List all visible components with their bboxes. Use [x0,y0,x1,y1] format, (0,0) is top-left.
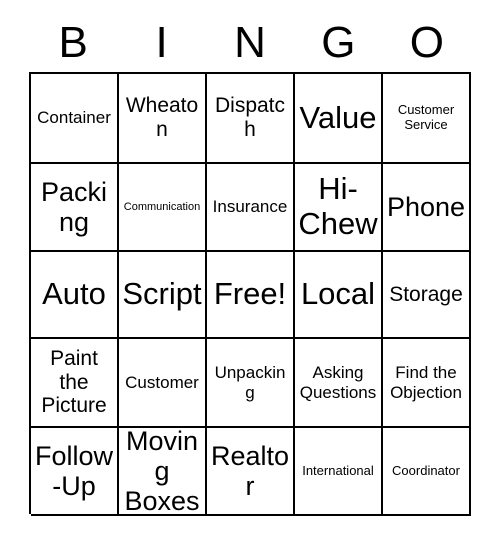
bingo-header-row: B I N G O [29,14,471,72]
bingo-header-letter-o: O [409,18,444,67]
bingo-header-letter-n: N [234,18,266,67]
bingo-cell[interactable]: Communication [119,164,207,252]
bingo-header-letter-b: B [58,18,88,67]
bingo-cell-label: Dispatch [214,94,286,141]
bingo-cell[interactable]: Hi-Chew [295,164,383,252]
bingo-cell[interactable]: Local [295,252,383,339]
bingo-cell[interactable]: Storage [383,252,471,339]
bingo-cell[interactable]: Value [295,74,383,164]
bingo-cell-label: Wheaton [125,94,199,141]
bingo-cell[interactable]: Auto [31,252,119,339]
bingo-cell[interactable]: Wheaton [119,74,207,164]
bingo-cell-label: Storage [389,282,463,306]
bingo-cell[interactable]: Packing [31,164,119,252]
bingo-free-space-label: Free! [213,276,287,312]
bingo-cell-label: Container [37,108,111,128]
bingo-cell[interactable]: Insurance [207,164,295,252]
bingo-cell-label: Find the Objection [390,363,462,402]
bingo-cell[interactable]: Phone [383,164,471,252]
bingo-cell-label: Auto [42,276,106,312]
bingo-header-letter-g: G [321,18,356,67]
bingo-cell[interactable]: Find the Objection [383,339,471,428]
bingo-grid: Container Wheaton Dispatch Value Custome… [29,72,471,516]
bingo-cell[interactable]: Moving Boxes [119,428,207,516]
bingo-cell[interactable]: Customer [119,339,207,428]
bingo-cell-label: Moving Boxes [124,428,200,516]
bingo-cell-label: Packing [40,176,108,237]
bingo-cell-label: Coordinator [392,462,460,478]
bingo-cell-label: Asking Questions [299,363,377,402]
bingo-cell[interactable]: Customer Service [383,74,471,164]
bingo-cell-label: International [302,462,374,478]
bingo-cell[interactable]: Dispatch [207,74,295,164]
bingo-header-letter-i: I [155,18,168,67]
bingo-card: B I N G O Container Wheaton Dispatch Val… [0,0,500,544]
bingo-cell-label: Customer [125,372,199,392]
bingo-cell[interactable]: Follow-Up [31,428,119,516]
bingo-cell[interactable]: Realtor [207,428,295,516]
bingo-cell-label: Local [300,276,376,312]
bingo-cell[interactable]: Container [31,74,119,164]
bingo-cell[interactable]: International [295,428,383,516]
bingo-cell[interactable]: Asking Questions [295,339,383,428]
bingo-cell-label: Script [122,276,202,312]
bingo-cell-free-space[interactable]: Free! [207,252,295,339]
bingo-cell[interactable]: Unpacking [207,339,295,428]
bingo-cell[interactable]: Paint the Picture [31,339,119,428]
bingo-cell-label: Phone [386,191,466,222]
bingo-cell-label: Insurance [212,197,288,217]
bingo-cell-label: Unpacking [214,363,286,402]
bingo-cell[interactable]: Coordinator [383,428,471,516]
bingo-cell-label: Realtor [210,440,290,501]
bingo-cell-label: Customer Service [397,102,455,132]
bingo-cell-label: Value [299,99,377,135]
bingo-cell-label: Communication [123,200,201,213]
bingo-cell-label: Follow-Up [34,440,114,501]
bingo-cell-label: Hi-Chew [298,171,378,241]
bingo-cell[interactable]: Script [119,252,207,339]
bingo-cell-label: Paint the Picture [41,347,107,418]
